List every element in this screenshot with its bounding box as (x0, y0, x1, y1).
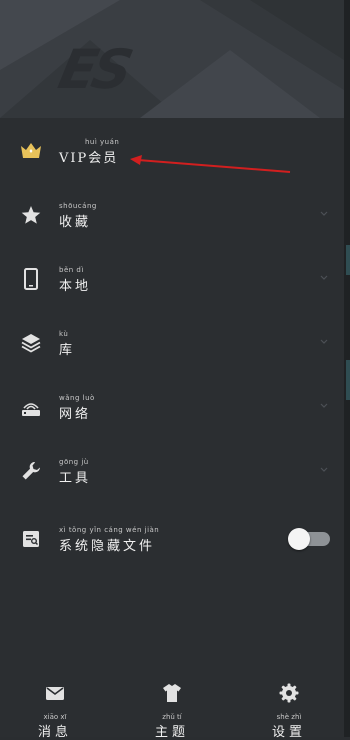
tab-settings[interactable]: shè zhì 设置 (244, 673, 334, 740)
menu-label-group: wǎng luò 网络 (59, 394, 95, 422)
tab-messages[interactable]: xiāo xī 消息 (10, 673, 100, 740)
menu-item-favorites[interactable]: shōucáng 收藏 (0, 186, 344, 246)
menu-pinyin: gōng jù (59, 458, 89, 466)
menu-label-group: kù 库 (59, 330, 75, 358)
bottom-nav: xiāo xī 消息 zhǔ tí 主题 shè zhì 设置 (0, 673, 344, 740)
navigation-drawer: ES huì yuán VIP会员 shōucáng 收藏 běn dì 本地 … (0, 0, 344, 740)
chevron-down-icon[interactable] (320, 210, 328, 218)
star-icon (20, 204, 42, 226)
hidden-files-toggle[interactable] (288, 528, 332, 550)
tab-pinyin: zhǔ tí (162, 713, 182, 721)
menu-label: 收藏 (59, 215, 92, 230)
crown-icon (20, 140, 42, 162)
tab-label: 主题 (154, 725, 189, 740)
menu-label-group: běn dì 本地 (59, 266, 91, 294)
annotation-arrow (130, 155, 291, 173)
menu-label-group: gōng jù 工具 (59, 458, 91, 486)
menu-label: 库 (59, 343, 76, 358)
chevron-down-icon[interactable] (320, 466, 328, 474)
tab-label: 设置 (271, 725, 306, 740)
drawer-header: ES (0, 0, 344, 118)
tab-theme[interactable]: zhǔ tí 主题 (127, 673, 217, 740)
menu-label: 系统隐藏文件 (59, 539, 156, 554)
chevron-down-icon[interactable] (320, 274, 328, 282)
toggle-knob (288, 528, 310, 550)
menu-pinyin: xì tǒng yǐn cáng wén jiàn (59, 526, 160, 534)
menu-item-library[interactable]: kù 库 (0, 314, 344, 374)
menu-label-group: shōucáng 收藏 (59, 202, 97, 230)
menu-label: 工具 (59, 471, 92, 486)
menu-pinyin: wǎng luò (59, 394, 95, 402)
mail-icon (45, 683, 65, 703)
gear-icon (279, 683, 299, 703)
menu-item-tools[interactable]: gōng jù 工具 (0, 442, 344, 502)
menu-label-group: xì tǒng yǐn cáng wén jiàn 系统隐藏文件 (59, 526, 159, 554)
menu-label: VIP会员 (59, 151, 119, 166)
edge-accent (346, 245, 350, 275)
header-pattern (0, 0, 344, 118)
shirt-icon (162, 683, 182, 703)
tab-text-group: zhǔ tí 主题 (127, 713, 217, 740)
phone-icon (20, 268, 42, 290)
menu-item-network[interactable]: wǎng luò 网络 (0, 378, 344, 438)
app-logo: ES (53, 38, 135, 101)
menu-pinyin: shōucáng (59, 202, 97, 210)
menu-pinyin: kù (59, 330, 69, 338)
menu-item-local[interactable]: běn dì 本地 (0, 250, 344, 310)
router-icon (20, 396, 42, 418)
menu-pinyin: běn dì (59, 266, 84, 274)
hidden-file-icon (20, 528, 42, 550)
tab-pinyin: xiāo xī (43, 713, 67, 721)
tab-text-group: shè zhì 设置 (244, 713, 334, 740)
tab-text-group: xiāo xī 消息 (10, 713, 100, 740)
screen-edge (344, 0, 350, 737)
layers-icon (20, 332, 42, 354)
menu-label: 网络 (59, 407, 92, 422)
tab-label: 消息 (37, 725, 72, 740)
menu-pinyin: huì yuán (85, 138, 120, 146)
edge-accent (346, 360, 350, 400)
tab-pinyin: shè zhì (276, 713, 302, 721)
chevron-down-icon[interactable] (320, 402, 328, 410)
menu-label: 本地 (59, 279, 92, 294)
chevron-down-icon[interactable] (320, 338, 328, 346)
wrench-icon (20, 460, 42, 482)
menu-label-group: huì yuán VIP会员 (59, 138, 119, 166)
